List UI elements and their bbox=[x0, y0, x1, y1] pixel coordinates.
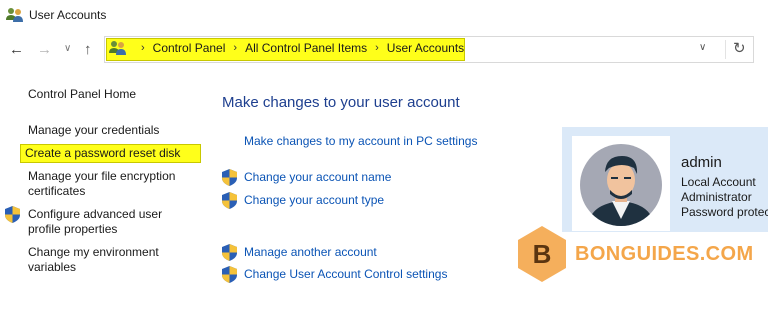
uac-shield-icon bbox=[222, 266, 237, 283]
up-arrow-icon[interactable]: ↑ bbox=[84, 41, 92, 59]
breadcrumb-user-accounts[interactable]: User Accounts bbox=[387, 41, 464, 55]
recent-locations-chevron-icon[interactable]: ∨ bbox=[64, 40, 71, 58]
breadcrumb: › Control Panel › All Control Panel Item… bbox=[109, 40, 464, 56]
bonguides-logo-icon: B bbox=[518, 226, 566, 282]
uac-shield-icon bbox=[222, 169, 237, 186]
sidebar-item-file-encryption[interactable]: Manage your file encryption certificates bbox=[28, 169, 198, 199]
account-role: Administrator bbox=[681, 190, 752, 204]
watermark-text: BONGUIDES.COM bbox=[575, 243, 754, 265]
user-accounts-icon bbox=[6, 8, 23, 22]
title-bar: User Accounts bbox=[0, 0, 768, 32]
change-account-type-link[interactable]: Change your account type bbox=[244, 193, 384, 207]
uac-settings-link[interactable]: Change User Account Control settings bbox=[244, 267, 447, 281]
uac-shield-icon bbox=[5, 206, 20, 223]
uac-shield-icon bbox=[222, 192, 237, 209]
breadcrumb-separator-icon: › bbox=[233, 42, 238, 54]
page-title: Make changes to your user account bbox=[222, 94, 460, 111]
manage-another-account-link[interactable]: Manage another account bbox=[244, 245, 377, 259]
breadcrumb-separator-icon: › bbox=[141, 42, 145, 54]
avatar bbox=[572, 136, 670, 231]
sidebar-item-manage-credentials[interactable]: Manage your credentials bbox=[28, 123, 198, 138]
uac-shield-icon bbox=[222, 244, 237, 261]
account-status: Password protected bbox=[681, 205, 768, 219]
address-bar[interactable]: › Control Panel › All Control Panel Item… bbox=[104, 36, 754, 63]
account-name: admin bbox=[681, 154, 722, 171]
breadcrumb-control-panel[interactable]: Control Panel bbox=[153, 41, 226, 55]
address-divider bbox=[725, 40, 726, 59]
sidebar-item-control-panel-home[interactable]: Control Panel Home bbox=[28, 87, 198, 102]
pc-settings-link[interactable]: Make changes to my account in PC setting… bbox=[244, 134, 477, 148]
sidebar-item-advanced-profile[interactable]: Configure advanced user profile properti… bbox=[28, 207, 198, 237]
change-account-name-link[interactable]: Change your account name bbox=[244, 170, 391, 184]
back-arrow-icon[interactable]: ← bbox=[9, 41, 24, 59]
breadcrumb-separator-icon: › bbox=[375, 42, 379, 54]
account-type: Local Account bbox=[681, 175, 756, 189]
breadcrumb-all-items[interactable]: All Control Panel Items bbox=[245, 41, 367, 55]
user-avatar-icon bbox=[580, 144, 662, 226]
forward-arrow-icon[interactable]: → bbox=[37, 41, 52, 59]
control-panel-icon bbox=[109, 41, 126, 55]
account-card: admin Local Account Administrator Passwo… bbox=[562, 127, 768, 232]
logo-letter: B bbox=[533, 239, 552, 269]
window-title: User Accounts bbox=[29, 8, 107, 22]
sidebar-item-environment-variables[interactable]: Change my environment variables bbox=[28, 245, 198, 275]
address-dropdown-icon[interactable]: ∨ bbox=[699, 42, 706, 53]
refresh-icon[interactable]: ↻ bbox=[733, 39, 746, 57]
sidebar-item-password-reset-disk[interactable]: Create a password reset disk bbox=[20, 144, 201, 163]
